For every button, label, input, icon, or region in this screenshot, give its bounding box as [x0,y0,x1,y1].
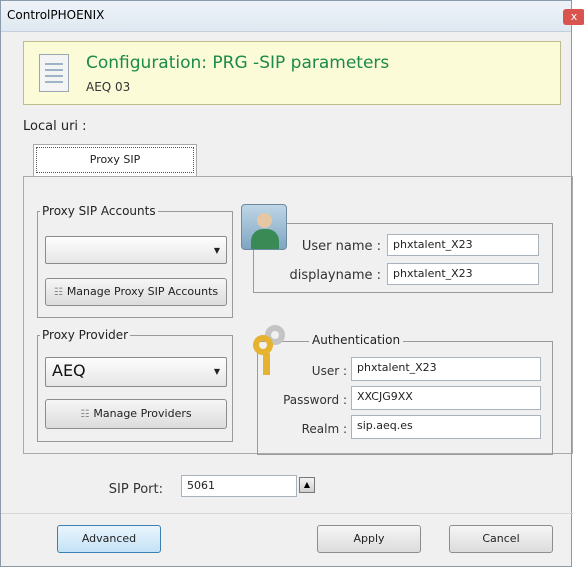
proxy-accounts-legend: Proxy SIP Accounts [42,204,156,218]
username-label: User name : [301,239,381,254]
config-title: Configuration: PRG -SIP parameters [86,53,390,73]
chevron-down-icon: ▼ [213,246,220,255]
displayname-field[interactable]: phxtalent_X23 [387,263,539,285]
apply-button[interactable]: Apply [317,525,421,553]
chevron-down-icon: ▼ [213,367,220,376]
proxy-provider-legend: Proxy Provider [42,328,129,342]
auth-user-label: User : [311,364,347,378]
auth-user-field[interactable]: phxtalent_X23 [351,357,541,381]
manage-proxy-accounts-label: Manage Proxy SIP Accounts [66,285,219,298]
document-icon [39,54,69,92]
close-icon[interactable]: x [563,9,584,25]
tab-proxy-sip[interactable]: Proxy SIP [33,144,197,176]
proxy-provider-select[interactable]: AEQ ▼ [45,357,227,387]
displayname-label: displayname : [289,268,381,283]
manage-providers-button[interactable]: ☷ Manage Providers [45,399,227,429]
footer-divider [1,513,573,514]
auth-realm-field[interactable]: sip.aeq.es [351,415,541,439]
username-field[interactable]: phxtalent_X23 [387,234,539,256]
window-title: ControlPHOENIX [7,8,105,22]
sip-port-label: SIP Port: [108,482,163,497]
list-icon: ☷ [80,409,90,420]
authentication-legend: Authentication [309,333,404,347]
manage-proxy-accounts-button[interactable]: ☷ Manage Proxy SIP Accounts [45,278,227,306]
advanced-button[interactable]: Advanced [57,525,161,553]
proxy-accounts-select[interactable]: ▼ [45,236,227,264]
dialog-window: ControlPHOENIX x Configuration: PRG -SIP… [0,0,584,567]
auth-password-label: Password : [283,393,347,407]
local-uri-label: Local uri : [23,119,87,134]
config-header: Configuration: PRG -SIP parameters AEQ 0… [23,41,561,105]
title-bar: ControlPHOENIX x [1,1,584,32]
auth-password-field[interactable]: XXCJG9XX [351,386,541,410]
sip-port-field[interactable]: 5061 [181,475,297,497]
auth-realm-label: Realm : [301,422,347,436]
list-icon: ☷ [53,287,63,298]
manage-providers-label: Manage Providers [93,407,192,420]
port-spinner-icon[interactable]: ▲ [299,477,315,493]
config-subtitle: AEQ 03 [86,80,131,94]
cancel-button[interactable]: Cancel [449,525,553,553]
proxy-provider-selected: AEQ [52,361,86,380]
